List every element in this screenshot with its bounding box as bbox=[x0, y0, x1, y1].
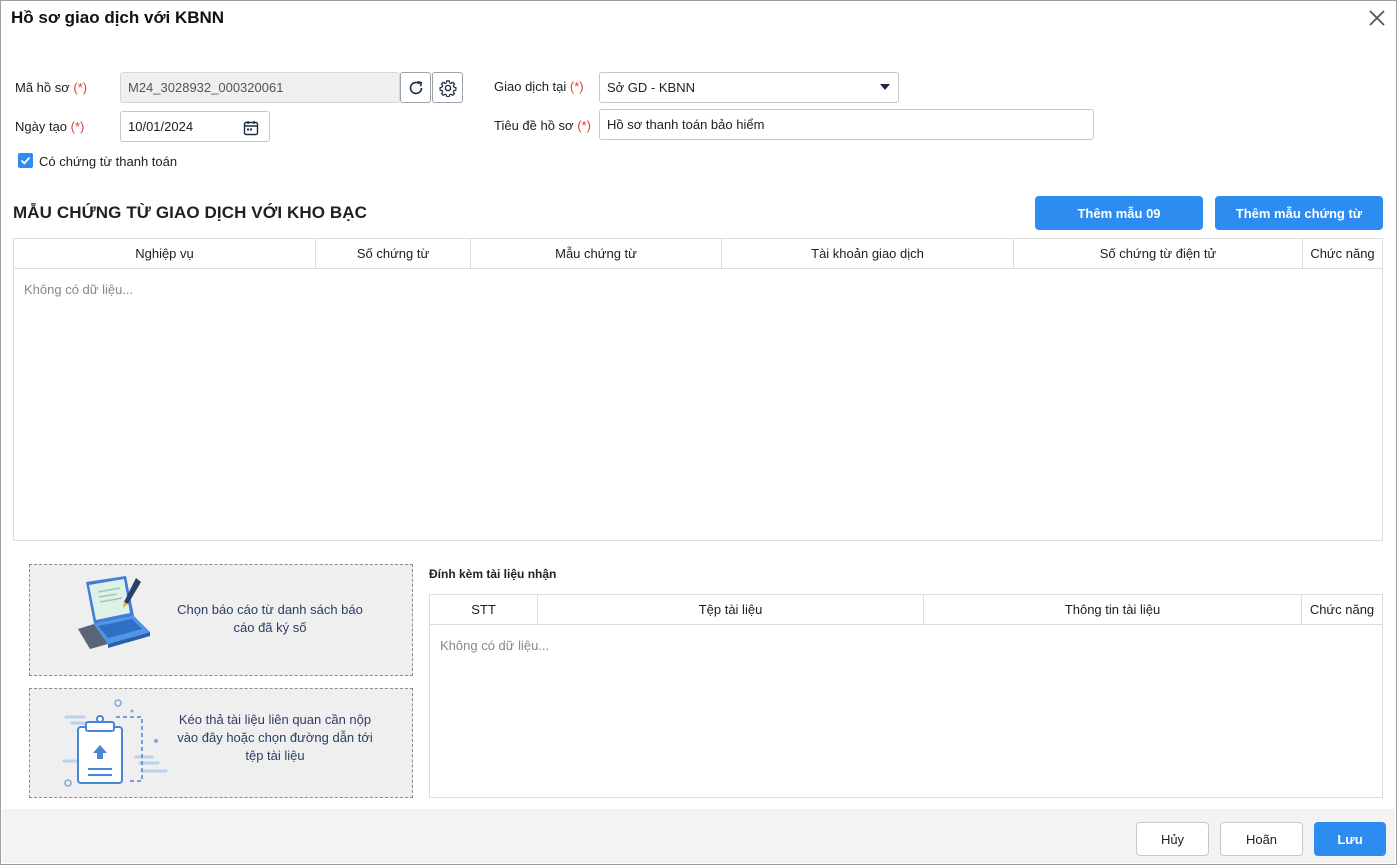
attachments-title: Đính kèm tài liệu nhận bbox=[429, 567, 557, 581]
choose-signed-report-zone[interactable]: Chọn báo cáo từ danh sách báo cáo đã ký … bbox=[29, 564, 413, 676]
close-icon[interactable] bbox=[1368, 9, 1386, 27]
drag-drop-text: Kéo thả tài liệu liên quan cần nộp vào đ… bbox=[177, 712, 373, 763]
empty-message: Không có dữ liệu... bbox=[440, 638, 550, 653]
voucher-table: Nghiệp vụ Số chứng từ Mẫu chứng từ Tài k… bbox=[13, 238, 1383, 541]
laptop-pen-icon bbox=[78, 576, 150, 649]
check-icon bbox=[20, 156, 31, 165]
ngay-tao-label: Ngày tạo (*) bbox=[15, 119, 85, 134]
column-header[interactable]: Tệp tài liệu bbox=[538, 595, 924, 624]
ngay-tao-field[interactable]: 10/01/2024 bbox=[120, 111, 270, 142]
column-header[interactable]: Nghiệp vụ bbox=[14, 239, 316, 268]
calendar-icon[interactable] bbox=[243, 120, 259, 136]
empty-message: Không có dữ liệu... bbox=[24, 282, 134, 297]
tieu-de-field[interactable]: Hồ sơ thanh toán bảo hiểm bbox=[599, 109, 1094, 140]
column-header[interactable]: Chức năng bbox=[1303, 239, 1382, 268]
co-chung-tu-label[interactable]: Có chứng từ thanh toán bbox=[39, 154, 177, 169]
column-header[interactable]: Số chứng từ bbox=[316, 239, 471, 268]
attachments-table: STT Tệp tài liệu Thông tin tài liệu Chức… bbox=[429, 594, 1383, 798]
dialog: Hồ sơ giao dịch với KBNN Mã hồ sơ (*) M2… bbox=[0, 0, 1397, 865]
co-chung-tu-checkbox[interactable] bbox=[18, 153, 33, 168]
column-header[interactable]: STT bbox=[430, 595, 538, 624]
add-template-09-button[interactable]: Thêm mẫu 09 bbox=[1035, 196, 1203, 230]
upload-document-icon bbox=[62, 699, 168, 787]
column-header[interactable]: Mẫu chứng từ bbox=[471, 239, 722, 268]
chevron-down-icon bbox=[880, 84, 890, 90]
cancel-button[interactable]: Hủy bbox=[1136, 822, 1209, 856]
refresh-button[interactable] bbox=[400, 72, 431, 103]
add-voucher-template-button[interactable]: Thêm mẫu chứng từ bbox=[1215, 196, 1383, 230]
save-button[interactable]: Lưu bbox=[1314, 822, 1386, 856]
column-header[interactable]: Tài khoản giao dịch bbox=[722, 239, 1014, 268]
tieu-de-label: Tiêu đề hồ sơ (*) bbox=[494, 118, 591, 133]
column-header[interactable]: Chức năng bbox=[1302, 595, 1382, 624]
refresh-icon bbox=[409, 80, 422, 94]
gear-icon bbox=[438, 79, 457, 97]
ma-ho-so-label: Mã hồ sơ (*) bbox=[15, 80, 88, 95]
column-header[interactable]: Thông tin tài liệu bbox=[924, 595, 1302, 624]
choose-report-text: Chọn báo cáo từ danh sách báo cáo đã ký … bbox=[177, 602, 363, 635]
giao-dich-tai-select[interactable]: Sở GD - KBNN bbox=[599, 72, 899, 103]
dialog-title: Hồ sơ giao dịch với KBNN bbox=[11, 8, 225, 27]
column-header[interactable]: Số chứng từ điện tử bbox=[1014, 239, 1303, 268]
settings-button[interactable] bbox=[432, 72, 463, 103]
attachments-table-header: STT Tệp tài liệu Thông tin tài liệu Chức… bbox=[430, 595, 1382, 625]
voucher-section-title: MẪU CHỨNG TỪ GIAO DỊCH VỚI KHO BẠC bbox=[13, 203, 367, 222]
file-drop-zone[interactable]: Kéo thả tài liệu liên quan cần nộp vào đ… bbox=[29, 688, 413, 798]
giao-dich-tai-label: Giao dịch tại (*) bbox=[494, 79, 584, 94]
defer-button[interactable]: Hoãn bbox=[1220, 822, 1303, 856]
ma-ho-so-field[interactable]: M24_3028932_000320061 bbox=[120, 72, 400, 103]
voucher-table-header: Nghiệp vụ Số chứng từ Mẫu chứng từ Tài k… bbox=[14, 239, 1382, 269]
